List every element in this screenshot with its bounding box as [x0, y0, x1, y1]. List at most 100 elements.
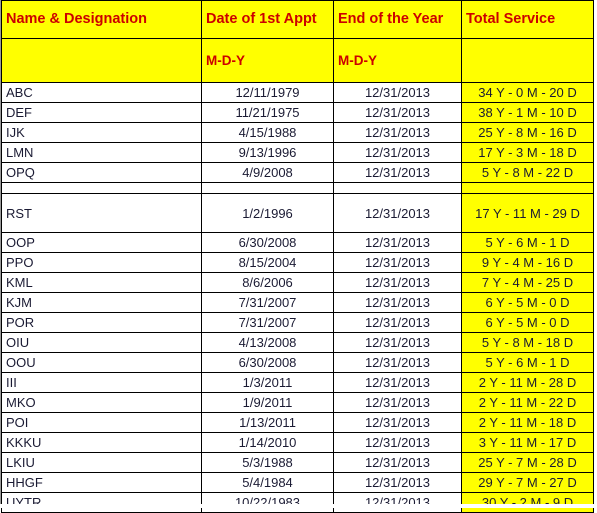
column-subheader-total[interactable] [461, 38, 594, 83]
cell-end[interactable]: 12/31/2013 [333, 292, 462, 313]
cell-total[interactable]: 17 Y - 3 M - 18 D [461, 142, 594, 163]
cell-total[interactable]: 34 Y - 0 M - 20 D [461, 82, 594, 103]
cell-total[interactable]: 3 Y - 11 M - 17 D [461, 432, 594, 453]
cell-total[interactable]: 9 Y - 4 M - 16 D [461, 252, 594, 273]
cell-name[interactable]: KJM [1, 292, 202, 313]
cell-appt[interactable]: 8/6/2006 [201, 272, 334, 293]
cell-name[interactable]: III [1, 372, 202, 393]
cell-end[interactable]: 12/31/2013 [333, 372, 462, 393]
table-row[interactable]: POI 1/13/2011 12/31/2013 2 Y - 11 M - 18 D [1, 412, 594, 433]
cell-appt[interactable]: 1/14/2010 [201, 432, 334, 453]
table-row[interactable]: IJK 4/15/1988 12/31/2013 25 Y - 8 M - 16 D [1, 122, 594, 143]
cell-end[interactable]: 12/31/2013 [333, 432, 462, 453]
cell-name[interactable]: KML [1, 272, 202, 293]
cell-total[interactable]: 38 Y - 1 M - 10 D [461, 102, 594, 123]
cell-end[interactable]: 12/31/2013 [333, 162, 462, 183]
cell-end[interactable]: 12/31/2013 [333, 232, 462, 253]
cell-appt[interactable]: 10/22/1983 [201, 492, 334, 513]
cell-end[interactable]: 12/31/2013 [333, 492, 462, 513]
cell-appt[interactable]: 4/9/2008 [201, 162, 334, 183]
column-subheader-end[interactable]: M-D-Y [333, 38, 462, 83]
table-row[interactable]: KJM 7/31/2007 12/31/2013 6 Y - 5 M - 0 D [1, 292, 594, 313]
cell-appt[interactable]: 5/3/1988 [201, 452, 334, 473]
table-row[interactable]: HHGF 5/4/1984 12/31/2013 29 Y - 7 M - 27 D [1, 472, 594, 493]
table-row[interactable]: LKIU 5/3/1988 12/31/2013 25 Y - 7 M - 28 D [1, 452, 594, 473]
cell-name[interactable]: POI [1, 412, 202, 433]
cell-total[interactable]: 2 Y - 11 M - 28 D [461, 372, 594, 393]
cell-appt[interactable]: 1/13/2011 [201, 412, 334, 433]
table-row[interactable]: ABC 12/11/1979 12/31/2013 34 Y - 0 M - 20 D [1, 82, 594, 103]
cell-total[interactable]: 2 Y - 11 M - 22 D [461, 392, 594, 413]
cell-appt[interactable]: 12/11/1979 [201, 82, 334, 103]
column-header-total[interactable]: Total Service [461, 0, 594, 39]
cell-name[interactable]: KKKU [1, 432, 202, 453]
cell-name[interactable]: LMN [1, 142, 202, 163]
cell-appt[interactable]: 5/4/1984 [201, 472, 334, 493]
cell-end[interactable]: 12/31/2013 [333, 412, 462, 433]
cell-total[interactable]: 2 Y - 11 M - 18 D [461, 412, 594, 433]
cell-total[interactable]: 25 Y - 7 M - 28 D [461, 452, 594, 473]
table-row[interactable]: MKO 1/9/2011 12/31/2013 2 Y - 11 M - 22 D [1, 392, 594, 413]
table-row[interactable]: KML 8/6/2006 12/31/2013 7 Y - 4 M - 25 D [1, 272, 594, 293]
table-row[interactable]: OOP 6/30/2008 12/31/2013 5 Y - 6 M - 1 D [1, 232, 594, 253]
cell-appt[interactable]: 1/3/2011 [201, 372, 334, 393]
cell-name[interactable]: PPO [1, 252, 202, 273]
cell-total[interactable]: 6 Y - 5 M - 0 D [461, 292, 594, 313]
cell-name[interactable]: LKIU [1, 452, 202, 473]
cell-appt[interactable]: 4/15/1988 [201, 122, 334, 143]
cell-name[interactable]: RST [1, 193, 202, 233]
cell-end[interactable]: 12/31/2013 [333, 332, 462, 353]
cell-appt[interactable]: 1/2/1996 [201, 193, 334, 233]
cell-total[interactable]: 30 Y - 2 M - 9 D [461, 492, 594, 513]
cell-end[interactable]: 12/31/2013 [333, 252, 462, 273]
table-row[interactable]: PPO 8/15/2004 12/31/2013 9 Y - 4 M - 16 D [1, 252, 594, 273]
cell-name[interactable]: ABC [1, 82, 202, 103]
cell-name[interactable]: OOP [1, 232, 202, 253]
table-row[interactable]: OIU 4/13/2008 12/31/2013 5 Y - 8 M - 18 D [1, 332, 594, 353]
cell-appt[interactable]: 6/30/2008 [201, 352, 334, 373]
cell-appt[interactable]: 9/13/1996 [201, 142, 334, 163]
cell-name[interactable]: POR [1, 312, 202, 333]
cell-total[interactable]: 25 Y - 8 M - 16 D [461, 122, 594, 143]
table-row[interactable]: OPQ 4/9/2008 12/31/2013 5 Y - 8 M - 22 D [1, 162, 594, 183]
column-header-appt[interactable]: Date of 1st Appt [201, 0, 334, 39]
column-subheader-appt[interactable]: M-D-Y [201, 38, 334, 83]
cell-end[interactable]: 12/31/2013 [333, 82, 462, 103]
cell-name[interactable]: OPQ [1, 162, 202, 183]
table-row[interactable]: RST 1/2/1996 12/31/2013 17 Y - 11 M - 29 D [1, 193, 594, 233]
cell-appt[interactable]: 7/31/2007 [201, 292, 334, 313]
cell-name[interactable]: UYTR [1, 492, 202, 513]
cell-end[interactable]: 12/31/2013 [333, 102, 462, 123]
column-subheader-name[interactable] [1, 38, 202, 83]
cell-end[interactable]: 12/31/2013 [333, 122, 462, 143]
cell-name[interactable]: OIU [1, 332, 202, 353]
cell-total[interactable]: 5 Y - 6 M - 1 D [461, 352, 594, 373]
table-row[interactable]: III 1/3/2011 12/31/2013 2 Y - 11 M - 28 D [1, 372, 594, 393]
cell-total[interactable]: 5 Y - 8 M - 18 D [461, 332, 594, 353]
cell-end[interactable]: 12/31/2013 [333, 392, 462, 413]
cell-end[interactable]: 12/31/2013 [333, 272, 462, 293]
cell-appt[interactable]: 8/15/2004 [201, 252, 334, 273]
table-row[interactable]: DEF 11/21/1975 12/31/2013 38 Y - 1 M - 10 D [1, 102, 594, 123]
cell-appt[interactable]: 6/30/2008 [201, 232, 334, 253]
table-row[interactable]: OOU 6/30/2008 12/31/2013 5 Y - 6 M - 1 D [1, 352, 594, 373]
cell-end[interactable]: 12/31/2013 [333, 312, 462, 333]
cell-name[interactable]: HHGF [1, 472, 202, 493]
table-row[interactable]: UYTR 10/22/1983 12/31/2013 30 Y - 2 M - 9 D [1, 492, 594, 513]
cell-total[interactable]: 5 Y - 6 M - 1 D [461, 232, 594, 253]
column-header-name[interactable]: Name & Designation [1, 0, 202, 39]
table-row[interactable]: LMN 9/13/1996 12/31/2013 17 Y - 3 M - 18 D [1, 142, 594, 163]
cell-total[interactable]: 5 Y - 8 M - 22 D [461, 162, 594, 183]
table-row[interactable]: POR 7/31/2007 12/31/2013 6 Y - 5 M - 0 D [1, 312, 594, 333]
cell-appt[interactable]: 1/9/2011 [201, 392, 334, 413]
cell-appt[interactable]: 4/13/2008 [201, 332, 334, 353]
table-row[interactable]: KKKU 1/14/2010 12/31/2013 3 Y - 11 M - 17 D [1, 432, 594, 453]
cell-name[interactable]: DEF [1, 102, 202, 123]
cell-total[interactable]: 17 Y - 11 M - 29 D [461, 193, 594, 233]
cell-total[interactable]: 6 Y - 5 M - 0 D [461, 312, 594, 333]
cell-appt[interactable]: 11/21/1975 [201, 102, 334, 123]
cell-name[interactable]: OOU [1, 352, 202, 373]
cell-appt[interactable]: 7/31/2007 [201, 312, 334, 333]
cell-total[interactable]: 7 Y - 4 M - 25 D [461, 272, 594, 293]
cell-end[interactable]: 12/31/2013 [333, 193, 462, 233]
